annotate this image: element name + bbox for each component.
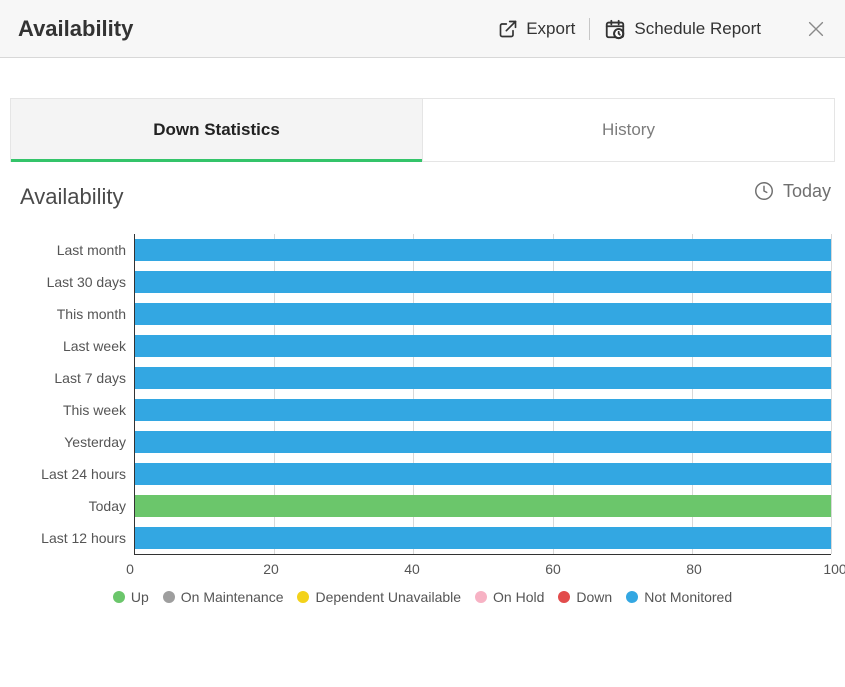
clock-icon bbox=[753, 180, 775, 202]
legend-label: Dependent Unavailable bbox=[315, 589, 461, 605]
chart-x-tick: 60 bbox=[545, 561, 561, 577]
close-button[interactable] bbox=[805, 18, 827, 40]
page-header: Availability Export bbox=[0, 0, 845, 58]
export-label: Export bbox=[526, 19, 575, 39]
chart-bar-row bbox=[135, 330, 831, 362]
legend-item[interactable]: Not Monitored bbox=[626, 589, 732, 605]
chart-x-tick: 100 bbox=[823, 561, 845, 577]
chart-y-label: Last 24 hours bbox=[14, 458, 134, 490]
legend-item[interactable]: On Maintenance bbox=[163, 589, 284, 605]
chart-bar[interactable] bbox=[135, 431, 831, 453]
chart-bar-row bbox=[135, 426, 831, 458]
page-title: Availability bbox=[18, 16, 498, 42]
time-range-label: Today bbox=[783, 181, 831, 202]
chart-bar[interactable] bbox=[135, 463, 831, 485]
chart-x-tick: 80 bbox=[686, 561, 702, 577]
chart-y-label: Last 7 days bbox=[14, 362, 134, 394]
chart-bar-row bbox=[135, 362, 831, 394]
legend-swatch bbox=[558, 591, 570, 603]
legend-label: Down bbox=[576, 589, 612, 605]
chart-y-label: Yesterday bbox=[14, 426, 134, 458]
chart-bar-row bbox=[135, 490, 831, 522]
legend-label: Not Monitored bbox=[644, 589, 732, 605]
chart-y-label: This month bbox=[14, 298, 134, 330]
chart-header-row: Availability Today bbox=[10, 161, 835, 210]
tab-history[interactable]: History bbox=[423, 99, 834, 161]
legend-label: On Maintenance bbox=[181, 589, 284, 605]
chart-y-label: Today bbox=[14, 490, 134, 522]
chart-area: Last monthLast 30 daysThis monthLast wee… bbox=[10, 210, 835, 555]
tab-label: History bbox=[602, 120, 655, 140]
chart-y-label: This week bbox=[14, 394, 134, 426]
export-button[interactable]: Export bbox=[498, 19, 575, 39]
chart-bars bbox=[135, 234, 831, 554]
legend-item[interactable]: Dependent Unavailable bbox=[297, 589, 461, 605]
chart-bar[interactable] bbox=[135, 271, 831, 293]
legend-item[interactable]: Down bbox=[558, 589, 612, 605]
chart-bar[interactable] bbox=[135, 303, 831, 325]
chart-bar-row bbox=[135, 458, 831, 490]
chart-bar-row bbox=[135, 522, 831, 554]
chart-plot bbox=[134, 234, 831, 555]
chart-y-label: Last week bbox=[14, 330, 134, 362]
tab-label: Down Statistics bbox=[153, 120, 280, 140]
chart-bar-row bbox=[135, 394, 831, 426]
chart-bar[interactable] bbox=[135, 335, 831, 357]
legend-label: Up bbox=[131, 589, 149, 605]
chart-bar[interactable] bbox=[135, 527, 831, 549]
header-actions: Export Schedule Report bbox=[498, 18, 827, 40]
legend-item[interactable]: On Hold bbox=[475, 589, 544, 605]
legend-swatch bbox=[475, 591, 487, 603]
chart-x-tick: 20 bbox=[263, 561, 279, 577]
chart-y-label: Last 30 days bbox=[14, 266, 134, 298]
chart-bar[interactable] bbox=[135, 399, 831, 421]
chart-y-label: Last 12 hours bbox=[14, 522, 134, 554]
chart-bar[interactable] bbox=[135, 239, 831, 261]
chart-y-label: Last month bbox=[14, 234, 134, 266]
export-icon bbox=[498, 19, 518, 39]
schedule-report-label: Schedule Report bbox=[634, 19, 761, 39]
legend-label: On Hold bbox=[493, 589, 544, 605]
chart-bar-row bbox=[135, 298, 831, 330]
chart-title: Availability bbox=[14, 172, 753, 210]
chart-x-tick: 40 bbox=[404, 561, 420, 577]
tab-down-statistics[interactable]: Down Statistics bbox=[11, 99, 423, 161]
tab-bar: Down Statistics History bbox=[10, 98, 835, 161]
page-body: Down Statistics History Availability Tod… bbox=[0, 98, 845, 625]
chart-bar-row bbox=[135, 266, 831, 298]
close-icon bbox=[805, 18, 827, 40]
time-range-button[interactable]: Today bbox=[753, 180, 831, 202]
legend-swatch bbox=[626, 591, 638, 603]
chart-bar[interactable] bbox=[135, 495, 831, 517]
legend-swatch bbox=[297, 591, 309, 603]
chart-y-labels: Last monthLast 30 daysThis monthLast wee… bbox=[14, 234, 134, 555]
schedule-report-button[interactable]: Schedule Report bbox=[604, 18, 761, 40]
calendar-clock-icon bbox=[604, 18, 626, 40]
header-divider bbox=[589, 18, 590, 40]
legend-item[interactable]: Up bbox=[113, 589, 149, 605]
chart-bar[interactable] bbox=[135, 367, 831, 389]
legend-swatch bbox=[113, 591, 125, 603]
chart-x-tick: 0 bbox=[126, 561, 134, 577]
legend-swatch bbox=[163, 591, 175, 603]
chart-bar-row bbox=[135, 234, 831, 266]
